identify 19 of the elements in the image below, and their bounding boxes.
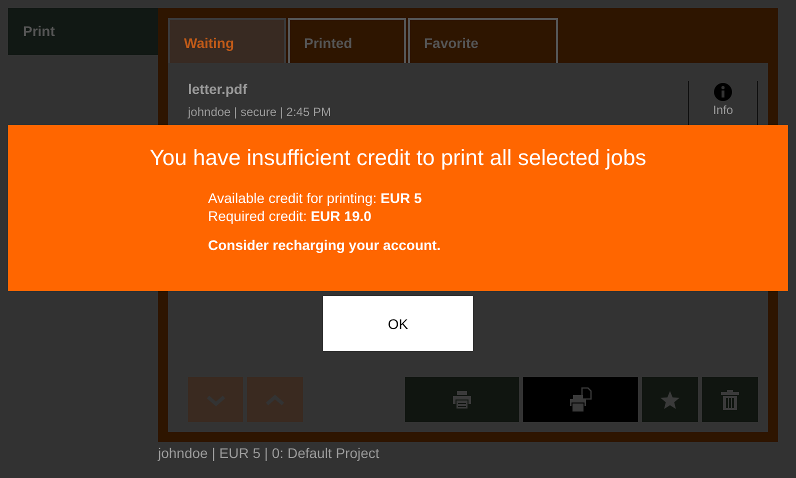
trash-icon (720, 390, 740, 410)
printer-icon (452, 390, 472, 410)
print-button[interactable] (404, 377, 520, 422)
delete-button[interactable] (702, 377, 758, 422)
credit-line: Required credit: EUR 19.0 (208, 207, 372, 225)
star-icon (660, 390, 680, 410)
credit-line: Available credit for printing: EUR 5 (208, 189, 423, 207)
tab[interactable]: Waiting (168, 18, 286, 63)
job-name: letter.pdf (188, 81, 248, 97)
printer-documents-icon (568, 386, 592, 412)
status-bar-text: johndoe | EUR 5 | 0: Default Project (158, 445, 380, 461)
ok-button[interactable]: OK (323, 296, 473, 351)
print-all-button[interactable] (523, 377, 638, 422)
info-icon (714, 83, 732, 101)
alert-title: You have insufficient credit to print all selected jobs (148, 145, 648, 171)
favorite-button[interactable] (642, 377, 698, 422)
sidebar-item[interactable]: Print (8, 8, 158, 55)
advice-text: Consider recharging your account. (208, 237, 442, 253)
job-details: johndoe | secure | 2:45 PM (188, 105, 331, 119)
